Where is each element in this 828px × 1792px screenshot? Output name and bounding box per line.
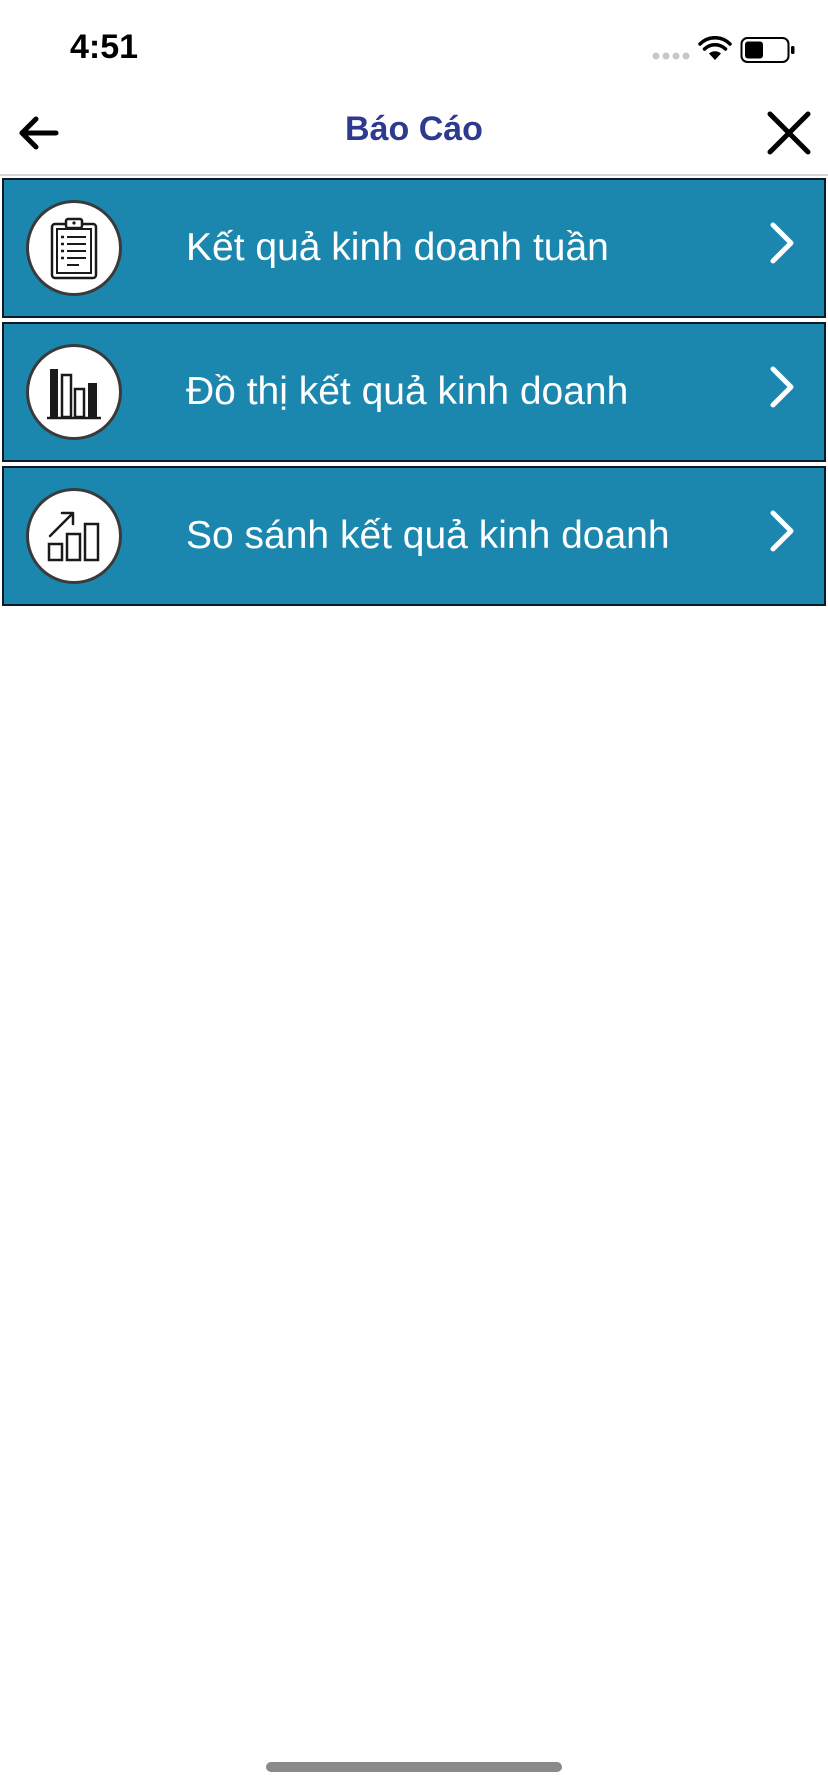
report-screen: 4:51 Báo Cáo Kết quả kinh doanh tuần Đồ … [0,0,828,1792]
nav-bar: Báo Cáo [0,90,828,176]
home-indicator[interactable] [266,1762,562,1772]
menu-item-weekly-results[interactable]: Kết quả kinh doanh tuần [2,178,826,318]
wifi-icon [698,36,732,60]
menu-item-label: Đồ thị kết quả kinh doanh [186,370,629,413]
clipboard-report-icon [26,200,122,296]
status-time: 4:51 [70,28,139,66]
report-menu-list: Kết quả kinh doanh tuần Đồ thị kết quả k… [2,178,826,610]
menu-item-results-chart[interactable]: Đồ thị kết quả kinh doanh [2,322,826,462]
menu-item-label: Kết quả kinh doanh tuần [186,226,609,269]
chevron-right-icon [770,510,794,552]
cellular-signal-icon [652,52,690,60]
close-icon [767,111,811,155]
close-button[interactable] [764,108,814,158]
growth-chart-icon [26,488,122,584]
menu-item-label: So sánh kết quả kinh doanh [186,514,670,557]
chevron-right-icon [770,366,794,408]
chevron-right-icon [770,222,794,264]
bar-chart-icon [26,344,122,440]
menu-item-compare-results[interactable]: So sánh kết quả kinh doanh [2,466,826,606]
battery-icon [740,37,795,63]
status-bar: 4:51 [0,0,828,90]
page-title: Báo Cáo [345,110,483,148]
